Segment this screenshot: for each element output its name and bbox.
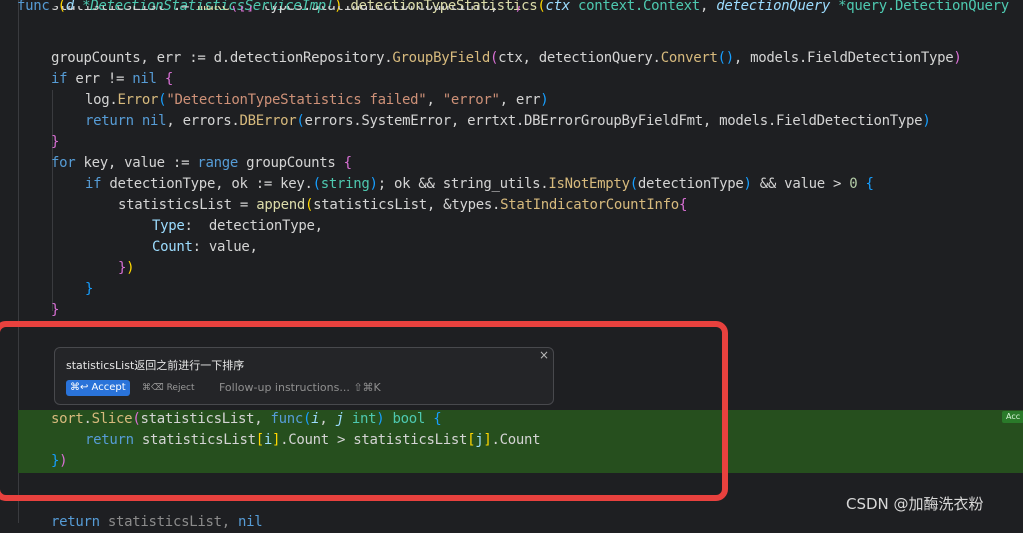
code-line: } (51, 302, 60, 318)
indent-guide (52, 174, 53, 287)
side-accept-button[interactable]: Acc (1002, 411, 1023, 423)
annotation-highlight-box (0, 321, 728, 501)
code-line: Count: value, (152, 239, 258, 255)
code-line: }) (118, 260, 135, 276)
code-line: groupCounts, err := d.detectionRepositor… (51, 50, 962, 66)
watermark: CSDN @加酶洗衣粉 (846, 495, 984, 513)
code-line: for key, value := range groupCounts { (51, 155, 352, 171)
code-line: } (51, 134, 60, 150)
code-line: if detectionType, ok := key.(string); ok… (85, 176, 874, 192)
code-line: Type: detectionType, (152, 218, 323, 234)
code-line: log.Error("DetectionTypeStatistics faile… (85, 92, 549, 108)
code-line: statisticsList := make([]*types.StatIndi… (51, 6, 523, 14)
code-line: } (85, 281, 94, 297)
code-line: statisticsList = append(statisticsList, … (118, 197, 688, 213)
code-line: if err != nil { (51, 71, 173, 87)
code-line: return nil, errors.DBError(errors.System… (85, 113, 931, 129)
